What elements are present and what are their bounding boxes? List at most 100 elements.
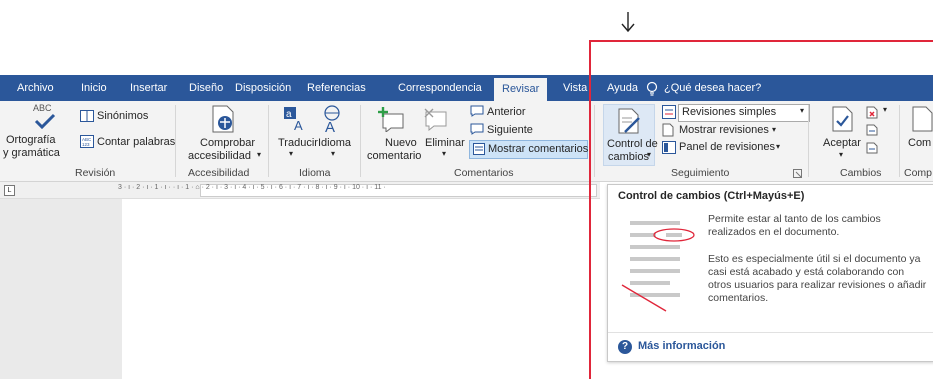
chevron-down-icon[interactable]: ▾ [442,149,446,158]
ruler-scale: 3 · ı · 2 · ı · 1 · ı · · ı · 1 · ⌂ · 2 … [118,184,386,191]
document-margin [0,199,122,379]
control-de-cambios-label-line1: Control de [607,138,658,150]
nuevo-comentario-button-line1[interactable]: Nuevo [385,137,417,149]
reviewing-pane-icon [662,141,676,154]
dialog-launcher-icon[interactable] [793,169,802,178]
idioma-button[interactable]: Idioma [318,137,351,149]
eliminar-button[interactable]: Eliminar [425,137,465,149]
arrow-down-icon [621,12,635,33]
control-de-cambios-label-line2: cambios [608,151,649,163]
group-label-accesibilidad: Accesibilidad [188,167,250,179]
group-label-seguimiento: Seguimiento [671,167,730,179]
mostrar-comentarios-label: Mostrar comentarios [488,143,589,155]
show-comments-icon [473,143,485,155]
language-icon: A [324,105,340,133]
tab-archivo[interactable]: Archivo [17,75,54,101]
aceptar-button[interactable]: Aceptar [823,137,861,149]
next-change-icon[interactable] [866,142,878,154]
tab-insertar[interactable]: Insertar [130,75,167,101]
chevron-down-icon[interactable]: ▾ [289,149,293,158]
ortografia-button-line2[interactable]: y gramática [3,147,60,159]
tab-correspondencia[interactable]: Correspondencia [398,75,482,101]
chevron-down-icon[interactable]: ▾ [257,150,261,159]
document-page[interactable] [122,199,600,379]
track-changes-icon [618,108,640,134]
chevron-down-icon[interactable]: ▾ [839,150,843,159]
ribbon-tab-bar: Archivo Inicio Insertar Diseño Disposici… [0,75,933,101]
tab-ayuda[interactable]: Ayuda [607,75,638,101]
group-label-comentarios: Comentarios [454,167,514,179]
tab-inicio[interactable]: Inicio [81,75,107,101]
chevron-down-icon[interactable]: ▾ [883,105,887,114]
help-icon: ? [618,340,632,354]
tooltip-footer: ? Más información [608,332,933,361]
abc-label: ABC [33,103,52,113]
tab-disposicion[interactable]: Disposición [235,75,291,101]
tab-selector-icon[interactable]: L [4,185,15,196]
traducir-button[interactable]: Traducir [278,137,318,149]
group-label-comparar-partial: Comp [904,167,933,179]
revisiones-simples-value: Revisiones simples [682,106,777,118]
nuevo-comentario-button-line2[interactable]: comentario [367,150,421,162]
next-comment-icon [470,123,484,135]
svg-text:A: A [325,119,335,133]
revisiones-simples-dropdown[interactable]: Revisiones simples ▾ [678,104,810,122]
group-separator [594,105,595,177]
comparar-button-partial[interactable]: Com [908,137,931,149]
ribbon-panel: ABC Ortografía y gramática Sinónimos ABC… [0,101,933,182]
spellcheck-icon [34,113,56,129]
svg-text:123: 123 [82,142,90,147]
group-label-revision: Revisión [75,167,116,179]
group-separator [899,105,900,177]
translate-icon: a A [284,107,303,132]
group-label-cambios: Cambios [840,167,882,179]
lightbulb-icon [646,81,658,96]
word-count-icon: ABC 123 [80,135,94,148]
new-comment-icon [378,107,404,132]
mas-informacion-link[interactable]: Más información [638,340,725,352]
group-separator [175,105,176,177]
chevron-down-icon[interactable]: ▾ [776,142,780,151]
chevron-down-icon: ▾ [800,106,805,115]
tooltip-description-2: Esto es especialmente útil si el documen… [708,253,927,304]
contar-palabras-button[interactable]: Contar palabras [97,136,175,148]
tab-referencias[interactable]: Referencias [307,75,366,101]
mostrar-comentarios-button[interactable]: Mostrar comentarios [469,140,588,159]
group-separator [360,105,361,177]
anterior-button[interactable]: Anterior [487,106,526,118]
group-label-idioma: Idioma [299,167,331,179]
group-separator [808,105,809,177]
tooltip-title: Control de cambios (Ctrl+Mayús+E) [618,190,805,202]
thesaurus-icon [80,110,94,122]
reject-change-icon[interactable] [866,106,878,119]
mostrar-revisiones-button[interactable]: Mostrar revisiones [679,124,769,136]
panel-de-revisiones-button[interactable]: Panel de revisiones [679,141,775,153]
tell-me-search[interactable]: ¿Qué desea hacer? [664,75,761,101]
show-markup-icon [662,123,674,137]
tab-vista[interactable]: Vista [563,75,587,101]
sinonimos-button[interactable]: Sinónimos [97,110,148,122]
svg-text:a: a [286,109,292,120]
previous-change-icon[interactable] [866,124,878,136]
comprobar-accesibilidad-button-line2[interactable]: accesibilidad [188,150,251,162]
ortografia-button-line1[interactable]: Ortografía [6,134,56,146]
svg-text:A: A [294,118,303,132]
control-de-cambios-button[interactable]: Control de cambios ▾ [603,104,658,166]
chevron-down-icon[interactable]: ▾ [331,149,335,158]
tab-diseno[interactable]: Diseño [189,75,223,101]
accessibility-check-icon [212,105,234,133]
previous-comment-icon [470,105,484,117]
control-de-cambios-tooltip: Control de cambios (Ctrl+Mayús+E) Permit… [607,184,933,362]
comprobar-accesibilidad-button-line1[interactable]: Comprobar [200,137,255,149]
delete-comment-icon [424,108,447,131]
siguiente-button[interactable]: Siguiente [487,124,533,136]
track-changes-illustration-icon [621,221,695,312]
group-separator [268,105,269,177]
chevron-down-icon: ▾ [647,150,652,159]
compare-icon [912,106,933,132]
markup-display-icon [662,105,676,119]
chevron-down-icon[interactable]: ▾ [772,125,776,134]
accept-change-icon [832,106,853,132]
tab-revisar[interactable]: Revisar [494,78,548,101]
tooltip-description-1: Permite estar al tanto de los cambios re… [708,213,881,238]
